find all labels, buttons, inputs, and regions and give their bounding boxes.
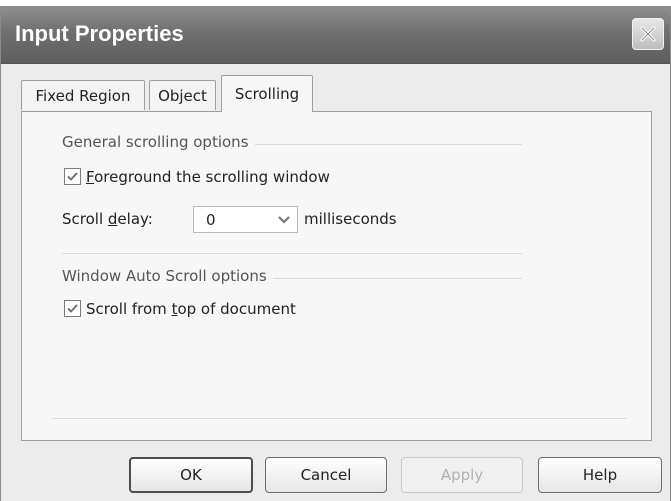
label-text: oreground the scrolling window: [94, 168, 330, 186]
chevron-down-icon[interactable]: [274, 210, 294, 229]
apply-button[interactable]: Apply: [401, 457, 523, 493]
tab-label: Object: [158, 86, 207, 105]
tab-label: Fixed Region: [35, 86, 131, 105]
foreground-label[interactable]: Foreground the scrolling window: [86, 168, 330, 186]
checkmark-icon: [67, 172, 78, 181]
scroll-delay-value: 0: [206, 211, 216, 229]
general-group-label: General scrolling options: [62, 133, 255, 151]
button-label: OK: [180, 466, 202, 484]
tab-fixed-region[interactable]: Fixed Region: [21, 80, 145, 110]
scroll-from-top-label[interactable]: Scroll from top of document: [86, 300, 296, 318]
scroll-from-top-checkbox[interactable]: [64, 300, 81, 317]
auto-scroll-group-label: Window Auto Scroll options: [62, 267, 273, 285]
ok-button[interactable]: OK: [129, 457, 253, 493]
close-icon: [640, 26, 656, 42]
divider: [52, 418, 627, 419]
tab-object[interactable]: Object: [149, 80, 216, 110]
scroll-delay-label: Scroll delay:: [62, 210, 153, 228]
input-properties-dialog: Input Properties Fixed Region Object Scr…: [0, 6, 671, 501]
button-label: Help: [582, 466, 618, 484]
close-button[interactable]: [632, 18, 664, 50]
tab-scrolling[interactable]: Scrolling: [221, 75, 313, 112]
milliseconds-label: milliseconds: [304, 210, 397, 228]
checkmark-icon: [67, 304, 78, 313]
button-label: Cancel: [300, 466, 352, 484]
dialog-title: Input Properties: [15, 21, 184, 46]
button-label: Apply: [440, 466, 484, 484]
scrolling-panel: General scrolling options Foreground the…: [21, 111, 652, 441]
cancel-button[interactable]: Cancel: [265, 457, 387, 493]
help-button[interactable]: Help: [538, 457, 662, 493]
label-text: Scroll from: [86, 300, 172, 318]
label-text: elay:: [117, 210, 153, 228]
tab-label: Scrolling: [234, 85, 300, 103]
label-text: Scroll: [62, 210, 108, 228]
label-text: op of document: [177, 300, 296, 318]
scroll-delay-select[interactable]: 0: [193, 206, 298, 233]
foreground-checkbox[interactable]: [64, 168, 81, 185]
mnemonic: F: [86, 168, 95, 186]
title-bar[interactable]: Input Properties: [1, 7, 670, 64]
mnemonic: d: [107, 210, 118, 228]
divider: [62, 253, 522, 254]
